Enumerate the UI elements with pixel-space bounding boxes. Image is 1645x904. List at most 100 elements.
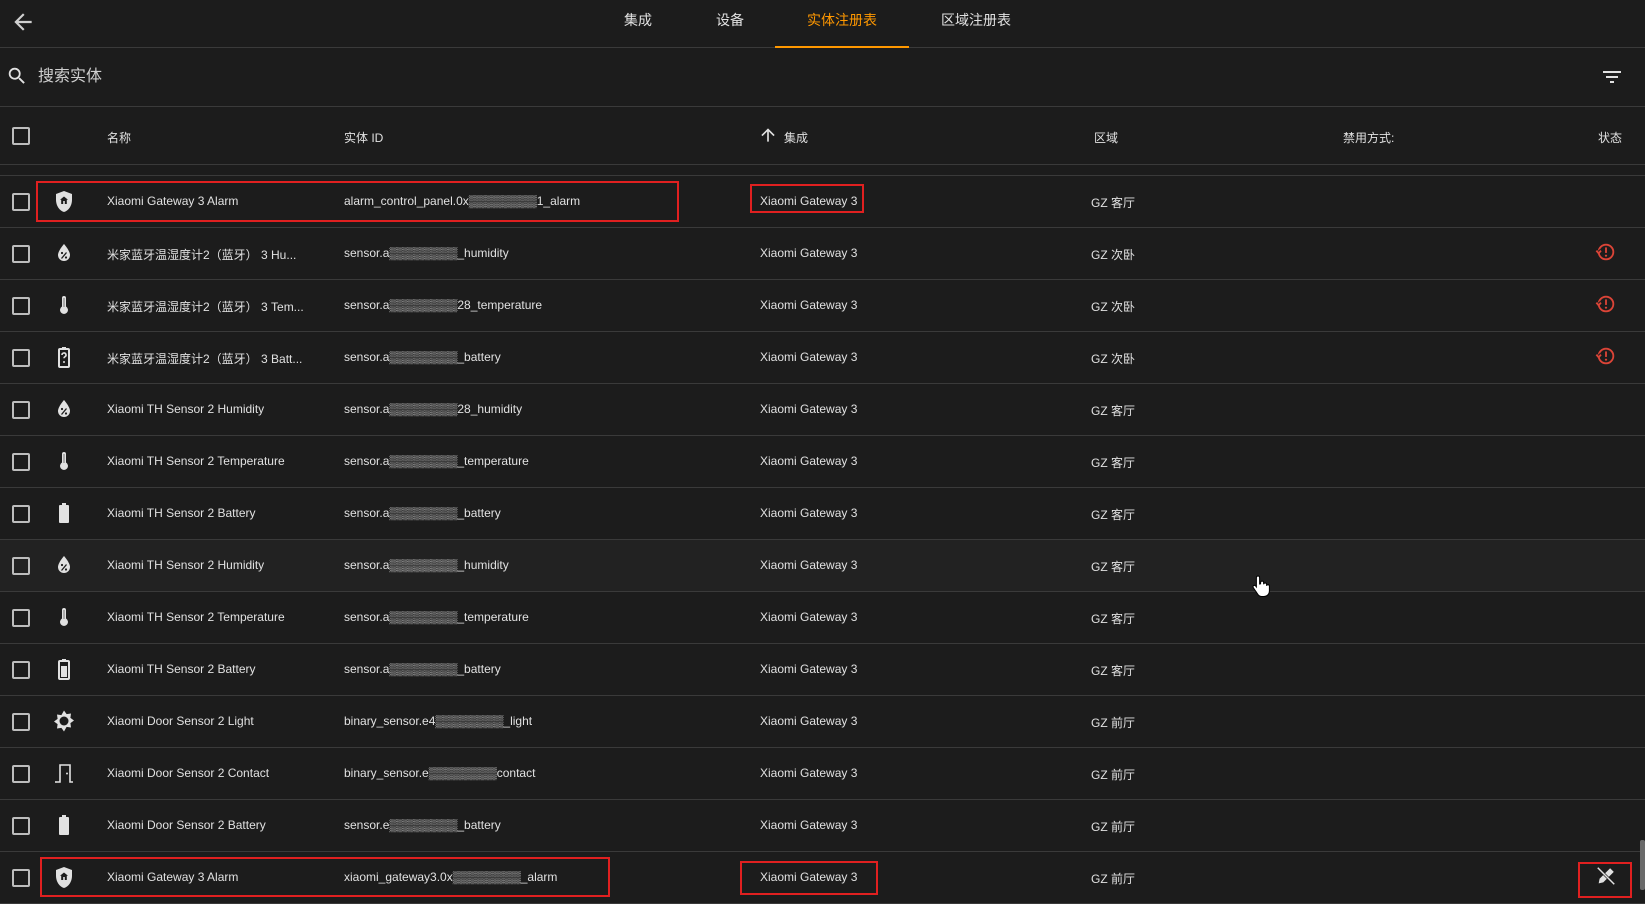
entity-area: GZ 次卧 [1091,300,1135,314]
row-checkbox[interactable] [12,869,30,887]
column-header-name[interactable]: 名称 [107,129,131,146]
entity-integration: Xiaomi Gateway 3 [760,246,858,260]
row-checkbox[interactable] [12,245,30,263]
search-input[interactable] [36,62,1440,92]
entity-id: sensor.a▒▒▒▒▒▒▒▒_humidity [344,246,509,260]
entity-integration: Xiaomi Gateway 3 [760,454,858,468]
row-checkbox[interactable] [12,713,30,731]
column-header-status[interactable]: 状态 [1598,129,1622,146]
tab-label: 设备 [716,12,744,28]
table-row[interactable]: 米家蓝牙温湿度计2（蓝牙） 3 Tem... sensor.a▒▒▒▒▒▒▒▒28… [0,280,1645,332]
entity-name: Xiaomi Door Sensor 2 Contact [107,766,270,780]
door-icon [55,764,73,783]
row-checkbox[interactable] [12,453,30,471]
table-row[interactable]: Xiaomi TH Sensor 2 Humidity sensor.a▒▒▒▒▒… [0,384,1645,436]
battery-icon [59,503,69,523]
table-row[interactable]: Xiaomi TH Sensor 2 Humidity sensor.a▒▒▒▒▒… [0,540,1645,592]
row-checkbox[interactable] [12,505,30,523]
table-row[interactable]: Xiaomi TH Sensor 2 Temperature sensor.a▒▒… [0,436,1645,488]
entity-integration: Xiaomi Gateway 3 [760,610,858,624]
tab-devices[interactable]: 设备 [702,0,758,47]
entity-id: sensor.e▒▒▒▒▒▒▒▒_battery [344,818,501,832]
row-checkbox[interactable] [12,401,30,419]
entity-id: sensor.a▒▒▒▒▒▒▒▒_battery [344,662,501,676]
table-row[interactable]: 米家蓝牙温湿度计2（蓝牙） 3 Batt... sensor.a▒▒▒▒▒▒▒▒_… [0,332,1645,384]
restore-icon[interactable] [1595,293,1617,315]
restore-icon[interactable] [1595,345,1617,367]
entity-integration: Xiaomi Gateway 3 [760,662,858,676]
table-row[interactable]: Xiaomi TH Sensor 2 Battery sensor.a▒▒▒▒▒▒… [0,644,1645,696]
entity-id: sensor.a▒▒▒▒▒▒▒▒_temperature [344,610,529,624]
entity-name: 米家蓝牙温湿度计2（蓝牙） 3 Hu... [107,248,297,262]
entity-id: xiaomi_gateway3.0x▒▒▒▒▒▒▒▒_alarm [344,870,558,884]
sort-ascending-icon[interactable] [758,125,778,145]
entity-area: GZ 前厅 [1091,872,1135,886]
entity-area: GZ 客厅 [1091,404,1135,418]
entity-id: alarm_control_panel.0x▒▒▒▒▒▒▒▒1_alarm [344,194,581,208]
table-row[interactable]: Xiaomi TH Sensor 2 Battery sensor.a▒▒▒▒▒▒… [0,488,1645,540]
column-header-disabled-by[interactable]: 禁用方式: [1343,129,1394,146]
back-arrow-icon[interactable] [10,9,36,35]
hand-cursor-icon [1252,575,1270,597]
entity-integration: Xiaomi Gateway 3 [760,506,858,520]
tab-entity-registry[interactable]: 实体注册表 [775,0,909,48]
table-row[interactable]: Xiaomi TH Sensor 2 Temperature sensor.a▒▒… [0,592,1645,644]
entity-name: 米家蓝牙温湿度计2（蓝牙） 3 Batt... [107,352,303,366]
entity-id: binary_sensor.e4▒▒▒▒▒▒▒▒_light [344,714,533,728]
entity-name: Xiaomi Gateway 3 Alarm [107,194,239,208]
entity-name: Xiaomi TH Sensor 2 Temperature [107,454,285,468]
entity-integration: Xiaomi Gateway 3 [760,714,858,728]
table-row[interactable]: Xiaomi Door Sensor 2 Battery sensor.e▒▒▒▒… [0,800,1645,852]
entity-name: Xiaomi TH Sensor 2 Battery [107,506,256,520]
row-checkbox[interactable] [12,609,30,627]
search-bar [0,48,1645,107]
table-row[interactable]: Xiaomi Gateway 3 Alarm alarm_control_pane… [0,176,1645,228]
entity-id: sensor.a▒▒▒▒▒▒▒▒28_temperature [344,298,543,312]
tab-label: 区域注册表 [941,12,1011,28]
column-header-entity-id[interactable]: 实体 ID [344,129,383,146]
pencil-off-icon[interactable] [1595,865,1617,887]
entity-integration: Xiaomi Gateway 3 [760,766,858,780]
entity-area: GZ 次卧 [1091,248,1135,262]
entity-id: sensor.a▒▒▒▒▒▒▒▒_temperature [344,454,529,468]
entity-id: sensor.a▒▒▒▒▒▒▒▒28_humidity [344,402,523,416]
entity-integration: Xiaomi Gateway 3 [760,818,858,832]
battery-icon [59,815,69,835]
tab-integrations[interactable]: 集成 [610,0,666,47]
restore-icon[interactable] [1595,241,1617,263]
water-percent-icon [58,400,70,417]
select-all-checkbox[interactable] [12,127,30,145]
thermometer-icon [60,296,68,314]
table-row[interactable]: 米家蓝牙温湿度计2（蓝牙） 3 Hu... sensor.a▒▒▒▒▒▒▒▒_hu… [0,228,1645,280]
entity-name: Xiaomi TH Sensor 2 Humidity [107,402,265,416]
row-checkbox[interactable] [12,349,30,367]
thermometer-icon [60,452,68,470]
row-checkbox[interactable] [12,193,30,211]
row-checkbox[interactable] [12,661,30,679]
tab-label: 实体注册表 [807,12,877,28]
battery-unknown-icon [58,347,70,368]
entity-id: sensor.a▒▒▒▒▒▒▒▒_battery [344,350,501,364]
row-checkbox[interactable] [12,817,30,835]
column-header-area[interactable]: 区域 [1094,129,1118,146]
scrollbar-thumb[interactable] [1640,840,1645,890]
row-checkbox[interactable] [12,557,30,575]
entity-area: GZ 客厅 [1091,456,1135,470]
row-checkbox[interactable] [12,765,30,783]
table-row[interactable]: Xiaomi Door Sensor 2 Contact binary_senso… [0,748,1645,800]
entity-area: GZ 客厅 [1091,612,1135,626]
table-spacer [0,165,1645,176]
tab-area-registry[interactable]: 区域注册表 [930,0,1022,47]
filter-icon[interactable] [1600,65,1624,89]
column-header-integration[interactable]: 集成 [784,129,808,146]
row-checkbox[interactable] [12,297,30,315]
entity-name: Xiaomi TH Sensor 2 Humidity [107,558,265,572]
search-icon [8,67,25,84]
entity-name: 米家蓝牙温湿度计2（蓝牙） 3 Tem... [107,300,304,314]
entity-name: Xiaomi Gateway 3 Alarm [107,870,239,884]
entity-area: GZ 次卧 [1091,352,1135,366]
table-row[interactable]: Xiaomi Gateway 3 Alarm xiaomi_gateway3.0x… [0,852,1645,904]
shield-home-icon [56,867,72,888]
table-row[interactable]: Xiaomi Door Sensor 2 Light binary_sensor.… [0,696,1645,748]
entity-name: Xiaomi Door Sensor 2 Light [107,714,254,728]
